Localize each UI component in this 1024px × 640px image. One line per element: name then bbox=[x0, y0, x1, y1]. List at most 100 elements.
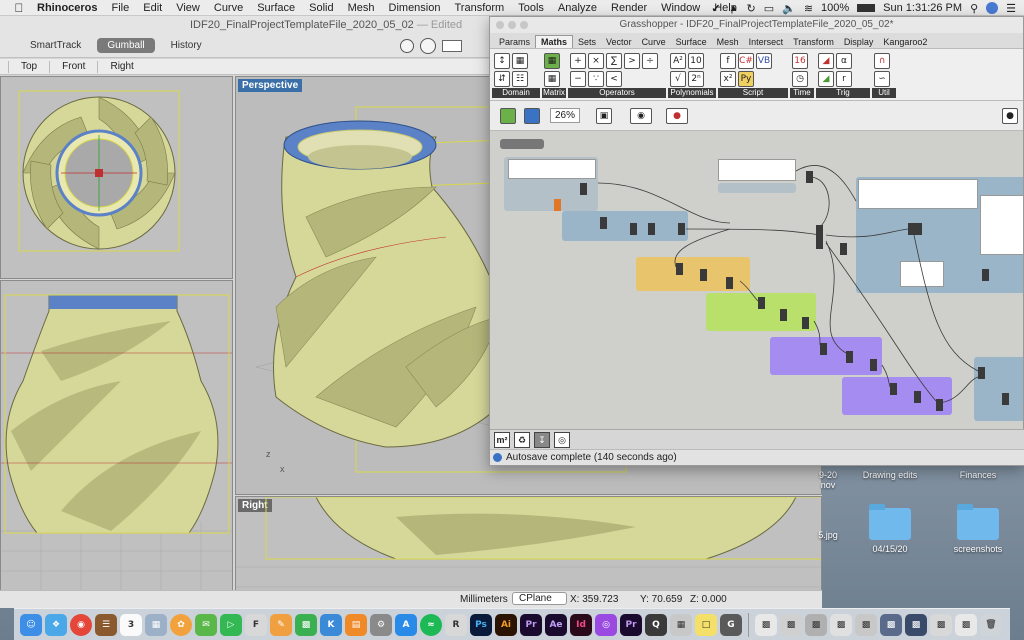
menu-edit[interactable]: Edit bbox=[136, 0, 169, 16]
component-node[interactable] bbox=[816, 225, 823, 249]
radians-icon[interactable]: r bbox=[836, 71, 852, 87]
smarttrack-button[interactable]: SmartTrack bbox=[20, 38, 91, 53]
spotify-icon[interactable]: ≈ bbox=[420, 613, 442, 636]
tab-vector[interactable]: Vector bbox=[601, 36, 637, 48]
messages-icon[interactable]: ✉ bbox=[195, 613, 217, 636]
pages-icon[interactable]: ✎ bbox=[270, 613, 292, 636]
component-node[interactable] bbox=[678, 223, 685, 235]
component-node[interactable] bbox=[820, 343, 827, 355]
component-node[interactable] bbox=[554, 199, 561, 211]
facetime-icon[interactable]: ▷ bbox=[220, 613, 242, 636]
minimized-window-icon[interactable]: ▩ bbox=[880, 613, 902, 636]
volume-icon[interactable]: 🔈 bbox=[782, 2, 796, 15]
calendar-icon[interactable]: 16 bbox=[792, 53, 808, 69]
tab-maths[interactable]: Maths bbox=[535, 35, 574, 48]
component-node[interactable] bbox=[840, 243, 847, 255]
menu-transform[interactable]: Transform bbox=[447, 0, 511, 16]
domain-icon[interactable]: ↕ bbox=[494, 53, 510, 69]
component-node[interactable] bbox=[908, 223, 922, 235]
numbers-icon[interactable]: ▩ bbox=[295, 613, 317, 636]
power-of-2-icon[interactable]: 2ⁿ bbox=[688, 71, 704, 87]
safari-icon[interactable]: ❖ bbox=[45, 613, 67, 636]
history-button[interactable]: History bbox=[161, 38, 212, 53]
font-book-icon[interactable]: F bbox=[245, 613, 267, 636]
color-swatch[interactable] bbox=[442, 40, 462, 52]
stickies-icon[interactable]: □ bbox=[695, 613, 717, 636]
calendar-icon[interactable]: 3 bbox=[120, 613, 142, 636]
panel[interactable] bbox=[980, 195, 1023, 255]
desktop-drawing-edits[interactable]: Drawing edits bbox=[850, 470, 930, 480]
minimized-window-icon[interactable]: ▩ bbox=[930, 613, 952, 636]
app-menu[interactable]: Rhinoceros bbox=[30, 0, 105, 16]
menu-mesh[interactable]: Mesh bbox=[341, 0, 382, 16]
tab-display[interactable]: Display bbox=[839, 36, 879, 48]
chrome-icon[interactable]: ◉ bbox=[70, 613, 92, 636]
minimized-window-icon[interactable]: ▩ bbox=[805, 613, 827, 636]
menu-solid[interactable]: Solid bbox=[302, 0, 340, 16]
finder-icon[interactable]: ☺ bbox=[20, 613, 42, 636]
trash-icon[interactable]: 🗑 bbox=[980, 613, 1002, 636]
remap-icon[interactable]: ☷ bbox=[512, 71, 528, 87]
tab-top[interactable]: Top bbox=[8, 60, 49, 73]
component-node[interactable] bbox=[870, 359, 877, 371]
component-node[interactable] bbox=[914, 391, 921, 403]
minimized-window-icon[interactable]: ▩ bbox=[755, 613, 777, 636]
app-store-icon[interactable]: A bbox=[395, 613, 417, 636]
minimized-window-icon[interactable]: ▩ bbox=[905, 613, 927, 636]
open-icon[interactable] bbox=[500, 108, 516, 124]
rhino-logo-icon[interactable]: ▲ bbox=[729, 3, 739, 14]
tab-transform[interactable]: Transform bbox=[788, 36, 839, 48]
after-effects-icon[interactable]: Ae bbox=[545, 613, 567, 636]
clock-icon[interactable]: ◷ bbox=[792, 71, 808, 87]
battery-icon[interactable] bbox=[857, 4, 876, 12]
menu-file[interactable]: File bbox=[105, 0, 137, 16]
component-node[interactable] bbox=[580, 183, 587, 195]
viewport-top[interactable] bbox=[0, 76, 233, 279]
component-node[interactable] bbox=[1002, 393, 1009, 405]
list-icon[interactable]: ☰ bbox=[1006, 2, 1016, 15]
preview-icon[interactable]: ▦ bbox=[145, 613, 167, 636]
close-icon[interactable] bbox=[496, 21, 504, 29]
save-icon[interactable] bbox=[524, 108, 540, 124]
component-node[interactable] bbox=[758, 297, 765, 309]
edited-label[interactable]: — Edited bbox=[417, 19, 462, 31]
component-node[interactable] bbox=[676, 263, 683, 275]
fit-curve-icon[interactable]: ∽ bbox=[874, 71, 890, 87]
premiere-rush-icon[interactable]: Pr bbox=[620, 613, 642, 636]
quicktime-icon[interactable]: Q bbox=[645, 613, 667, 636]
tab-sets[interactable]: Sets bbox=[573, 36, 601, 48]
csharp-icon[interactable]: C# bbox=[738, 53, 754, 69]
menu-curve[interactable]: Curve bbox=[207, 0, 250, 16]
menu-window[interactable]: Window bbox=[654, 0, 707, 16]
tab-mesh[interactable]: Mesh bbox=[712, 36, 744, 48]
component-node[interactable] bbox=[846, 351, 853, 363]
multiplication-icon[interactable]: × bbox=[588, 53, 604, 69]
indesign-icon[interactable]: Id bbox=[570, 613, 592, 636]
component-group[interactable] bbox=[562, 211, 688, 241]
mass-addition-icon[interactable]: ∑ bbox=[606, 53, 622, 69]
menu-view[interactable]: View bbox=[169, 0, 207, 16]
component-node[interactable] bbox=[802, 317, 809, 329]
tab-curve[interactable]: Curve bbox=[637, 36, 671, 48]
component-node[interactable] bbox=[978, 367, 985, 379]
power-icon[interactable]: A² bbox=[670, 53, 686, 69]
component-node[interactable] bbox=[700, 269, 707, 281]
profiler-widget-icon[interactable]: ♻ bbox=[514, 432, 530, 448]
log-icon[interactable]: 10 bbox=[688, 53, 704, 69]
division-icon[interactable]: ÷ bbox=[642, 53, 658, 69]
markov-widget-icon[interactable]: m² bbox=[494, 432, 510, 448]
minimized-window-icon[interactable]: ▩ bbox=[780, 613, 802, 636]
illustrator-icon[interactable]: Ai bbox=[495, 613, 517, 636]
component-node[interactable] bbox=[648, 223, 655, 235]
component-group[interactable] bbox=[718, 183, 796, 193]
tab-kangaroo2[interactable]: Kangaroo2 bbox=[878, 36, 932, 48]
search-icon[interactable]: ⚲ bbox=[970, 2, 978, 15]
component-node[interactable] bbox=[780, 309, 787, 321]
minimized-window-icon[interactable]: ▩ bbox=[955, 613, 977, 636]
component-node[interactable] bbox=[600, 217, 607, 229]
photos-icon[interactable]: ✿ bbox=[170, 613, 192, 636]
desktop-partial-item[interactable]: 9-20 nov 5.jpg bbox=[808, 470, 848, 540]
expression-icon[interactable]: f bbox=[720, 53, 736, 69]
checkmark-icon[interactable]: ✓ bbox=[711, 2, 720, 15]
vb-icon[interactable]: VB bbox=[756, 53, 772, 69]
